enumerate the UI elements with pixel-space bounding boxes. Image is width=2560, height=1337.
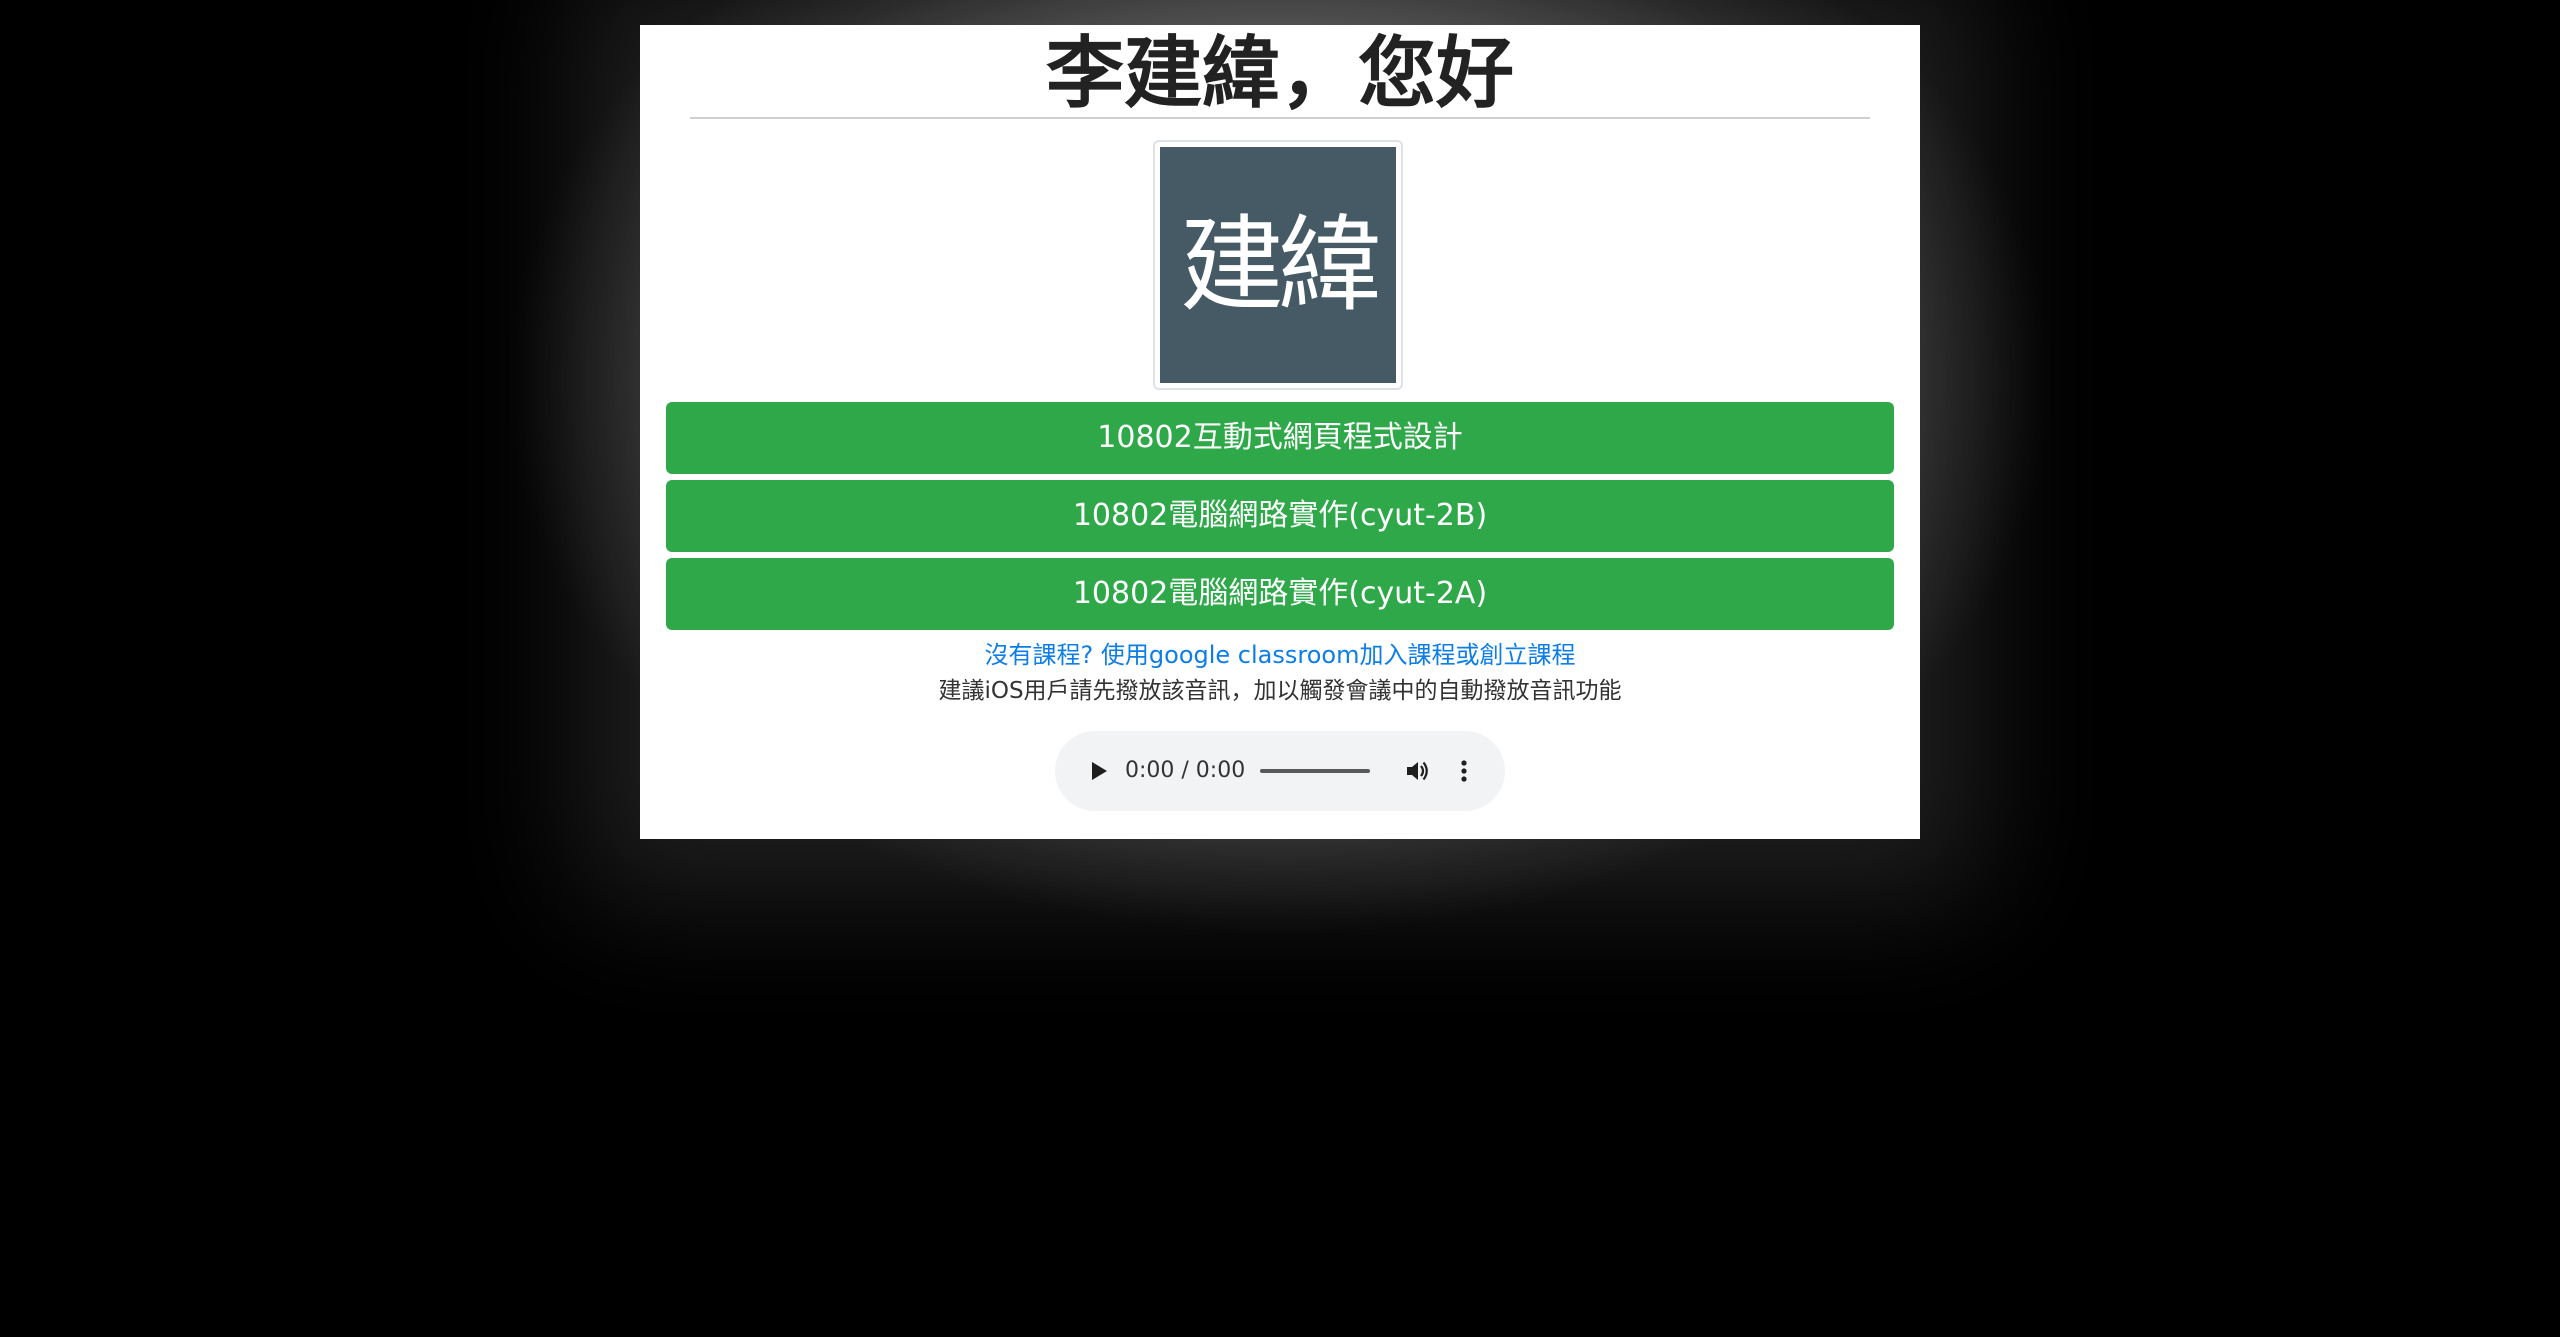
help-link-line: 沒有課程? 使用google classroom加入課程或創立課程 (640, 639, 1920, 671)
avatar: 建緯 (1160, 147, 1396, 383)
course-button-interactive-web[interactable]: 10802互動式網頁程式設計 (666, 402, 1894, 474)
audio-progress-bar[interactable] (1260, 769, 1370, 773)
audio-time: 0:00 / 0:00 (1125, 758, 1246, 783)
ios-audio-note: 建議iOS用戶請先撥放該音訊，加以觸發會議中的自動撥放音訊功能 (938, 678, 1622, 704)
play-icon[interactable] (1085, 758, 1111, 784)
avatar-frame: 建緯 (1153, 140, 1403, 390)
page-title: 李建緯，您好 (690, 31, 1870, 119)
audio-player: 0:00 / 0:00 (1055, 731, 1505, 811)
welcome-card: 李建緯，您好 建緯 10802互動式網頁程式設計 10802電腦網路實作(cyu… (640, 25, 1920, 839)
google-classroom-link[interactable]: 沒有課程? 使用google classroom加入課程或創立課程 (985, 641, 1576, 669)
course-button-network-2a[interactable]: 10802電腦網路實作(cyut-2A) (666, 558, 1894, 630)
volume-icon[interactable] (1403, 757, 1431, 785)
course-button-network-2b[interactable]: 10802電腦網路實作(cyut-2B) (666, 480, 1894, 552)
more-vert-icon[interactable] (1450, 757, 1478, 785)
